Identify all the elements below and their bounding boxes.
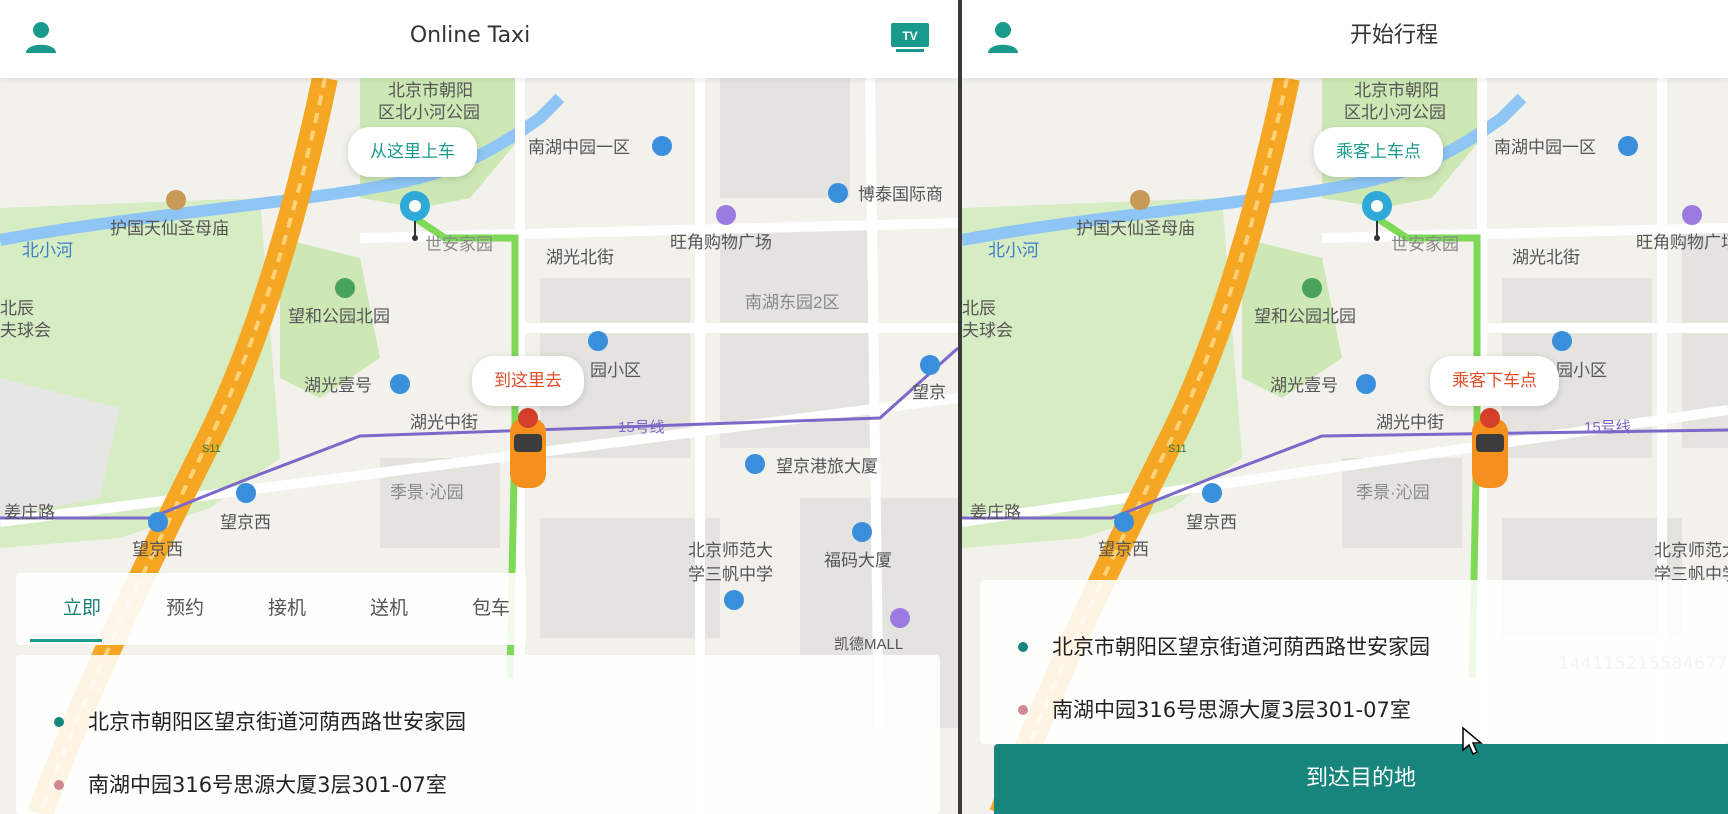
map-label: 凯德MALL (834, 635, 903, 653)
map-label: 北京师范大 (688, 541, 773, 560)
svg-text:夫球会: 夫球会 (962, 321, 1013, 340)
svg-text:区北小河公园: 区北小河公园 (1344, 103, 1446, 122)
svg-text:望京西: 望京西 (1098, 540, 1149, 559)
svg-text:护国天仙圣母庙: 护国天仙圣母庙 (1076, 219, 1195, 238)
dropoff-bubble[interactable]: 到这里去 (472, 356, 584, 406)
end-dot (1018, 705, 1028, 715)
tab-airport-pickup[interactable]: 接机 (247, 573, 327, 645)
dropoff-bubble[interactable]: 乘客下车点 (1430, 356, 1559, 406)
map-label: 望京西 (132, 540, 183, 559)
end-address: 南湖中园316号思源大厦3层301-07室 (88, 773, 447, 797)
map-label: 世安家园 (425, 235, 493, 254)
tab-charter[interactable]: 包车 (451, 573, 531, 645)
driver-panel: 北京市朝阳 区北小河公园 南湖中园一区 护国天仙圣母庙 北小河 旺角购物广场 世… (962, 0, 1728, 814)
overlay-number: 144115215584677 (1558, 654, 1728, 674)
map-label: 湖光壹号 (304, 376, 372, 395)
map-label: 北小河 (22, 241, 73, 260)
pickup-bubble[interactable]: 从这里上车 (348, 127, 477, 177)
online-taxi-panel: 北京市朝阳 区北小河公园 南湖中园一区 博泰国际商 护国天仙圣母庙 北小河 旺角… (0, 0, 958, 814)
tv-icon[interactable]: TV (890, 22, 930, 52)
start-address: 北京市朝阳区望京街道河荫西路世安家园 (88, 710, 466, 734)
svg-text:望和公园北园: 望和公园北园 (1254, 307, 1356, 326)
map-label: 北辰 (0, 299, 34, 318)
svg-text:旺角购物广场: 旺角购物广场 (1636, 233, 1728, 252)
svg-text:季景·沁园: 季景·沁园 (1356, 483, 1430, 502)
map-label: 季景·沁园 (390, 483, 464, 502)
start-address-row[interactable]: 北京市朝阳区望京街道河荫西路世安家园 (16, 702, 940, 742)
end-dot (54, 780, 64, 790)
start-dot (1018, 642, 1028, 652)
end-address-row[interactable]: 南湖中园316号思源大厦3层301-07室 (16, 765, 940, 805)
end-address: 南湖中园316号思源大厦3层301-07室 (1052, 698, 1411, 722)
svg-text:世安家园: 世安家园 (1391, 235, 1459, 254)
svg-text:湖光中街: 湖光中街 (1376, 413, 1444, 432)
map-label: 南湖东园2区 (745, 293, 839, 312)
mouse-cursor-icon (1462, 726, 1483, 756)
page-title: 开始行程 (1349, 23, 1438, 48)
svg-text:北京师范大: 北京师范大 (1654, 541, 1728, 560)
map-label: 望京西 (220, 513, 271, 532)
svg-text:15号线: 15号线 (1584, 419, 1631, 436)
svg-text:北京市朝阳: 北京市朝阳 (1354, 81, 1439, 100)
svg-text:望京西: 望京西 (1186, 513, 1237, 532)
map-label: 旺角购物广场 (670, 233, 772, 252)
map-label: S11 (202, 443, 221, 455)
app-header: 开始行程 (962, 0, 1728, 78)
start-address: 北京市朝阳区望京街道河荫西路世安家园 (1052, 635, 1430, 659)
svg-text:湖光壹号: 湖光壹号 (1270, 376, 1338, 395)
svg-text:姜庄路: 姜庄路 (970, 503, 1021, 522)
svg-text:湖光北街: 湖光北街 (1512, 248, 1580, 267)
map-label: 湖光北街 (546, 248, 614, 267)
svg-text:北辰: 北辰 (962, 299, 996, 318)
map-label: 北京市朝阳 (388, 81, 473, 100)
tab-reserve[interactable]: 预约 (145, 573, 225, 645)
svg-text:TV: TV (902, 29, 917, 43)
start-dot (54, 717, 64, 727)
map-label: 姜庄路 (4, 503, 55, 522)
svg-text:北小河: 北小河 (988, 241, 1039, 260)
map-label: 望京港旅大厦 (776, 457, 878, 476)
map-label: 15号线 (618, 419, 665, 436)
arrive-destination-button[interactable]: 到达目的地 (994, 744, 1728, 814)
end-address-row[interactable]: 南湖中园316号思源大厦3层301-07室 (980, 690, 1728, 730)
app-header: Online Taxi TV (0, 0, 958, 78)
address-card: 北京市朝阳区望京街道河荫西路世安家园 南湖中园316号思源大厦3层301-07室 (16, 655, 940, 814)
active-tab-indicator (30, 639, 102, 642)
map-label: 望京 (912, 383, 946, 402)
pickup-bubble[interactable]: 乘客上车点 (1314, 127, 1443, 177)
map-label: 望和公园北园 (288, 307, 390, 326)
tab-airport-dropoff[interactable]: 送机 (349, 573, 429, 645)
map-label: 博泰国际商 (858, 185, 943, 204)
map-label: 护国天仙圣母庙 (110, 219, 229, 238)
map-label: 湖光中街 (410, 413, 478, 432)
svg-text:南湖中园一区: 南湖中园一区 (1494, 138, 1596, 157)
map-label: 园小区 (590, 361, 641, 380)
tab-now[interactable]: 立即 (42, 573, 122, 645)
svg-text:S11: S11 (1168, 443, 1187, 455)
map-label: 夫球会 (0, 321, 51, 340)
ride-type-tabs: 立即 预约 接机 送机 包车 (16, 573, 526, 645)
svg-text:园小区: 园小区 (1556, 361, 1607, 380)
page-title: Online Taxi (409, 23, 531, 48)
map-label: 福码大厦 (824, 551, 892, 570)
map-label: 区北小河公园 (378, 103, 480, 122)
map-label: 学三帆中学 (688, 565, 773, 584)
map-label: 南湖中园一区 (528, 138, 630, 157)
